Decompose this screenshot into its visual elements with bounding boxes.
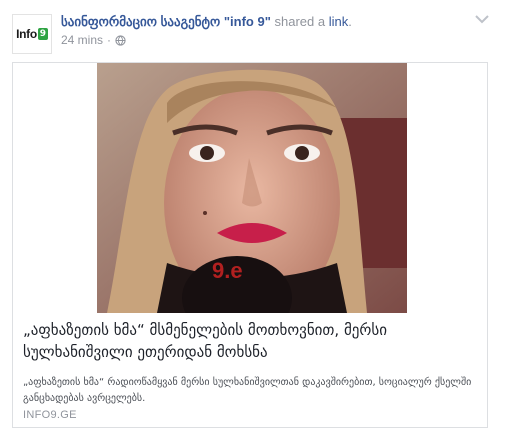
facebook-post: Info 9 საინფორმაციო სააგენტო "info 9" sh… — [0, 0, 505, 437]
shared-link[interactable]: link — [329, 14, 349, 29]
article-title[interactable]: „აფხაზეთის ხმა“ მსმენელების მოთხოვნით, მ… — [23, 319, 478, 363]
timestamp-link[interactable]: 24 mins — [61, 33, 103, 47]
header-period: . — [348, 14, 352, 29]
avatar-logo-text: Info — [16, 27, 37, 41]
shared-text: shared a — [270, 14, 329, 29]
globe-icon[interactable] — [115, 34, 126, 46]
avatar-logo-badge: 9 — [37, 28, 48, 40]
article-image[interactable]: 9.e — [97, 63, 407, 313]
post-meta: 24 mins · — [61, 33, 126, 47]
page-avatar[interactable]: Info 9 — [12, 14, 52, 54]
article-description: „აფხაზეთის ხმა“ რადიოწამყვან მერსი სულხა… — [23, 377, 472, 404]
article-domain: INFO9.GE — [23, 409, 77, 421]
page-name-link[interactable]: საინფორმაციო სააგენტო "info 9" — [61, 14, 271, 29]
post-header: საინფორმაციო სააგენტო "info 9" shared a … — [61, 14, 471, 30]
link-preview-card[interactable]: 9.e „აფხაზეთის ხმა“ მსმენელების მოთხოვნი… — [12, 62, 488, 428]
chevron-down-icon[interactable] — [475, 14, 489, 24]
meta-separator: · — [107, 33, 112, 47]
microphone-logo-text: 9.e — [212, 258, 243, 283]
